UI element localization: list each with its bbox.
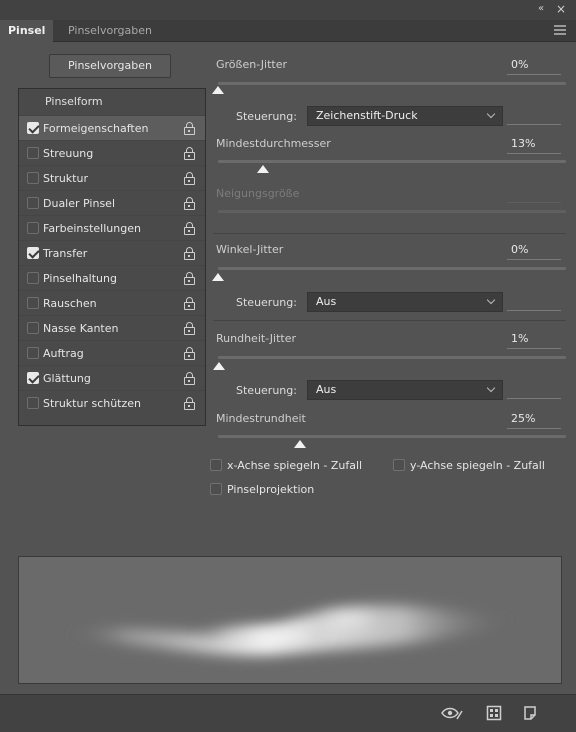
- roundness-jitter-slider[interactable]: [218, 356, 566, 359]
- size-jitter-label: Größen-Jitter: [216, 58, 288, 71]
- brush-setting-item[interactable]: Rauschen: [19, 290, 205, 315]
- brush-setting-label: Transfer: [43, 247, 88, 260]
- angle-jitter-thumb[interactable]: [212, 273, 224, 281]
- lock-icon[interactable]: [184, 247, 195, 260]
- brush-setting-label: Struktur: [43, 172, 88, 185]
- panel-bottom-bar: [0, 694, 576, 732]
- panel-titlebar: « ×: [0, 0, 576, 20]
- brush-setting-item[interactable]: Struktur schützen: [19, 390, 205, 415]
- brush-settings-list: Pinselform Formeigenschaften Streuung Stru…: [18, 88, 206, 426]
- brush-setting-checkbox[interactable]: [27, 197, 39, 209]
- size-jitter-thumb[interactable]: [212, 86, 224, 94]
- brush-setting-label: Nasse Kanten: [43, 322, 119, 335]
- roundness-control-label: Steuerung:: [236, 384, 297, 397]
- brush-setting-item[interactable]: Pinselhaltung: [19, 265, 205, 290]
- brush-setting-item[interactable]: Auftrag: [19, 340, 205, 365]
- angle-jitter-value[interactable]: 0%: [511, 243, 528, 256]
- close-icon[interactable]: ×: [556, 2, 566, 16]
- lock-icon[interactable]: [184, 272, 195, 285]
- grid-panel-icon[interactable]: [486, 705, 502, 721]
- brush-setting-item[interactable]: Dualer Pinsel: [19, 190, 205, 215]
- size-control-label: Steuerung:: [236, 110, 297, 123]
- brush-setting-label: Dualer Pinsel: [43, 197, 115, 210]
- min-diameter-slider[interactable]: [218, 160, 566, 163]
- roundness-control-dropdown[interactable]: Aus: [307, 380, 503, 400]
- lock-icon[interactable]: [184, 322, 195, 335]
- brush-setting-item[interactable]: Streuung: [19, 140, 205, 165]
- brush-setting-checkbox[interactable]: [27, 147, 39, 159]
- brush-setting-label: Auftrag: [43, 347, 84, 360]
- brush-setting-checkbox[interactable]: [27, 372, 39, 384]
- collapse-icon[interactable]: «: [538, 3, 544, 14]
- brush-setting-checkbox[interactable]: [27, 272, 39, 284]
- flip-y-label[interactable]: y-Achse spiegeln - Zufall: [410, 459, 545, 472]
- brush-setting-label: Pinselhaltung: [43, 272, 117, 285]
- brush-setting-checkbox[interactable]: [27, 247, 39, 259]
- brush-setting-item[interactable]: Glättung: [19, 365, 205, 390]
- size-jitter-value[interactable]: 0%: [511, 58, 528, 71]
- flip-x-checkbox[interactable]: [210, 459, 222, 471]
- brush-setting-label: Farbeinstellungen: [43, 222, 141, 235]
- tab-pinsel[interactable]: Pinsel: [0, 20, 54, 42]
- brush-presets-button[interactable]: Pinselvorgaben: [49, 54, 171, 78]
- angle-control-label: Steuerung:: [236, 296, 297, 309]
- roundness-jitter-value[interactable]: 1%: [511, 332, 528, 345]
- size-control-dropdown[interactable]: Zeichenstift-Druck: [307, 106, 503, 126]
- tilt-scale-label: Neigungsgröße: [216, 187, 300, 200]
- lock-icon[interactable]: [184, 297, 195, 310]
- brush-stroke-preview-image: [59, 605, 519, 656]
- brush-setting-checkbox[interactable]: [27, 397, 39, 409]
- brush-stroke-preview: [18, 556, 562, 684]
- brush-setting-checkbox[interactable]: [27, 122, 39, 134]
- lock-icon[interactable]: [184, 172, 195, 185]
- lock-icon[interactable]: [184, 347, 195, 360]
- tab-bar: Pinsel Pinselvorgaben: [0, 20, 576, 42]
- brush-tip-shape-heading[interactable]: Pinselform: [19, 89, 205, 115]
- flip-y-checkbox[interactable]: [393, 459, 405, 471]
- brush-setting-item[interactable]: Nasse Kanten: [19, 315, 205, 340]
- lock-icon[interactable]: [184, 197, 195, 210]
- brush-setting-checkbox[interactable]: [27, 172, 39, 184]
- min-roundness-thumb[interactable]: [294, 440, 306, 448]
- brush-setting-item[interactable]: Farbeinstellungen: [19, 215, 205, 240]
- brush-setting-label: Struktur schützen: [43, 397, 142, 410]
- brush-projection-checkbox[interactable]: [210, 483, 222, 495]
- min-roundness-value[interactable]: 25%: [511, 412, 535, 425]
- panel-menu-icon[interactable]: [554, 25, 566, 35]
- flip-x-label[interactable]: x-Achse spiegeln - Zufall: [227, 459, 362, 472]
- min-diameter-thumb[interactable]: [257, 165, 269, 173]
- lock-icon[interactable]: [184, 397, 195, 410]
- brush-setting-label: Formeigenschaften: [43, 122, 149, 135]
- lock-icon[interactable]: [184, 222, 195, 235]
- lock-icon[interactable]: [184, 372, 195, 385]
- brush-setting-label: Glättung: [43, 372, 91, 385]
- roundness-jitter-label: Rundheit-Jitter: [216, 332, 296, 345]
- brush-setting-label: Streuung: [43, 147, 94, 160]
- brush-setting-checkbox[interactable]: [27, 297, 39, 309]
- lock-icon[interactable]: [184, 122, 195, 135]
- angle-control-dropdown[interactable]: Aus: [307, 292, 503, 312]
- roundness-jitter-thumb[interactable]: [213, 362, 225, 370]
- brush-setting-checkbox[interactable]: [27, 347, 39, 359]
- min-diameter-label: Mindestdurchmesser: [216, 137, 331, 150]
- brush-setting-label: Rauschen: [43, 297, 97, 310]
- angle-jitter-slider[interactable]: [218, 267, 566, 270]
- eye-brush-icon[interactable]: [440, 705, 464, 721]
- size-jitter-slider[interactable]: [218, 82, 566, 85]
- brush-setting-checkbox[interactable]: [27, 222, 39, 234]
- brush-projection-label[interactable]: Pinselprojektion: [227, 483, 314, 496]
- brush-setting-item[interactable]: Formeigenschaften: [19, 115, 205, 140]
- min-roundness-slider[interactable]: [218, 435, 566, 438]
- brush-setting-checkbox[interactable]: [27, 322, 39, 334]
- new-page-icon[interactable]: [522, 705, 538, 721]
- min-diameter-value[interactable]: 13%: [511, 137, 535, 150]
- tilt-scale-slider: [218, 210, 566, 213]
- tab-pinselvorgaben[interactable]: Pinselvorgaben: [60, 20, 160, 42]
- min-roundness-label: Mindestrundheit: [216, 412, 306, 425]
- brush-setting-item[interactable]: Struktur: [19, 165, 205, 190]
- brush-setting-item[interactable]: Transfer: [19, 240, 205, 265]
- angle-jitter-label: Winkel-Jitter: [216, 243, 284, 256]
- lock-icon[interactable]: [184, 147, 195, 160]
